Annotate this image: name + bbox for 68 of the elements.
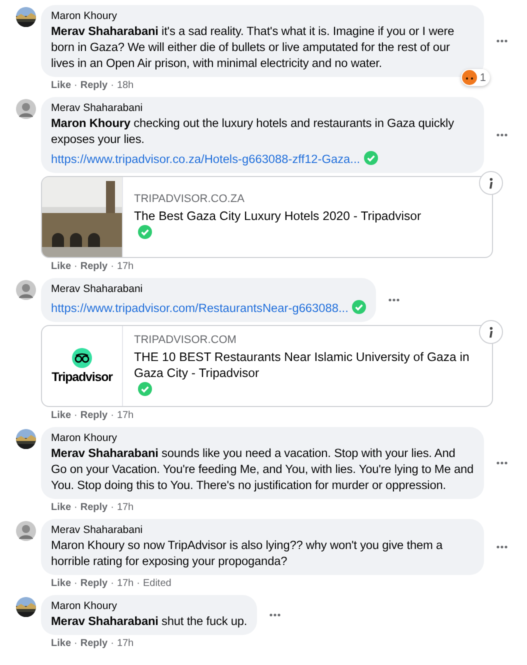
action-link[interactable]: Reply — [80, 502, 108, 514]
comment-author[interactable]: Maron Khoury — [51, 599, 248, 613]
more-icon — [496, 545, 508, 549]
action-link[interactable]: Reply — [80, 578, 108, 590]
info-button[interactable] — [479, 171, 503, 195]
action-link[interactable]: Reply — [80, 410, 108, 422]
separator: · — [74, 502, 78, 514]
comment-author[interactable]: Maron Khoury — [51, 9, 474, 23]
comment-text: Merav Shaharabani sounds like you need a vacation. Stop with your lies. And Go on your Vacation. You're feeding Me, and You, with lies. You're lying to Me and You. Stop doing this to You. There's no justification for murder or oppression. — [51, 445, 474, 493]
more-icon — [496, 133, 508, 137]
avatar[interactable] — [16, 7, 36, 27]
comment-meta: 17h — [116, 261, 134, 273]
owl-icon — [72, 348, 92, 368]
separator: · — [74, 80, 78, 92]
separator: · — [74, 261, 78, 273]
comment-meta: 18h — [116, 80, 134, 92]
comment-link[interactable]: https://www.tripadvisor.com/RestaurantsNear-g663088... — [51, 301, 348, 315]
comment-author[interactable]: Maron Khoury — [51, 431, 474, 445]
comment-text: Maron Khoury checking out the luxury hotels and restaurants in Gaza quickly exposes your lies. — [51, 115, 455, 147]
avatar[interactable] — [16, 597, 36, 617]
comment-author[interactable]: Merav Shaharabani — [51, 282, 366, 296]
link-preview-card[interactable]: TRIPADVISOR.CO.ZA The Best Gaza City Luxury Hotels 2020 - Tripadvisor — [41, 176, 493, 258]
comment-meta: 17h — [116, 410, 134, 422]
more-icon — [496, 461, 508, 465]
comment-author[interactable]: Merav Shaharabani — [51, 523, 474, 537]
action-link[interactable]: Like — [51, 261, 72, 273]
action-link[interactable]: Like — [51, 578, 72, 590]
info-button[interactable] — [479, 320, 503, 344]
separator: · — [110, 80, 114, 92]
separator: · — [74, 638, 78, 650]
comment-link[interactable]: https://www.tripadvisor.co.za/Hotels-g663088-zff12-Gaza... — [51, 152, 360, 166]
angry-reaction-icon — [462, 70, 477, 85]
comment-meta: 17h — [116, 502, 134, 514]
action-link[interactable]: Reply — [80, 638, 108, 650]
comment-meta: 17h — [116, 638, 134, 650]
info-icon — [489, 326, 493, 338]
action-link[interactable]: Reply — [80, 80, 108, 92]
more-icon — [496, 39, 508, 43]
link-preview-card[interactable]: Tripadvisor TRIPADVISOR.COM THE 10 BEST Restaurants Near Islamic University of Gaza in Gaza City - Tripadvisor — [41, 325, 493, 407]
separator: · — [110, 578, 114, 590]
logo-text: Tripadvisor — [52, 370, 112, 384]
separator: · — [74, 578, 78, 590]
comment-author[interactable]: Merav Shaharabani — [51, 101, 474, 115]
more-icon — [388, 298, 400, 302]
action-link[interactable]: Reply — [80, 261, 108, 273]
separator: · — [110, 261, 114, 273]
separator: · — [136, 578, 140, 590]
separator: · — [110, 638, 114, 650]
link-title: The Best Gaza City Luxury Hotels 2020 - Tripadvisor — [134, 208, 422, 224]
comment-meta: Edited — [142, 578, 172, 590]
action-link[interactable]: Like — [51, 80, 72, 92]
more-icon — [269, 613, 282, 617]
comment-meta: 17h — [116, 578, 134, 590]
link-title: THE 10 BEST Restaurants Near Islamic University of Gaza in Gaza City - Tripadvisor — [134, 348, 470, 380]
link-domain: TRIPADVISOR.COM — [134, 334, 238, 346]
separator: · — [110, 410, 114, 422]
comment-text: Maron Khoury so now TripAdvisor is also lying?? why won't you give them a horrible rating for exposing your propoganda? — [51, 537, 444, 569]
comment-text: Merav Shaharabani it's a sad reality. That's what it is. Imagine if you or I were born in Gaza? We will either die of bullets or live amputated for the rest of our lives in an Open Air prison, with minimal electricity and no water. — [51, 23, 456, 71]
separator: · — [74, 410, 78, 422]
comment-text: Merav Shaharabani shut the fuck up. — [51, 613, 248, 629]
info-icon — [489, 178, 493, 188]
reaction-badge[interactable]: 1 — [460, 69, 490, 86]
action-link[interactable]: Like — [51, 502, 72, 514]
action-link[interactable]: Like — [51, 638, 72, 650]
separator: · — [110, 502, 114, 514]
avatar[interactable] — [16, 429, 36, 449]
action-link[interactable]: Like — [51, 410, 72, 422]
link-domain: TRIPADVISOR.CO.ZA — [134, 192, 246, 204]
